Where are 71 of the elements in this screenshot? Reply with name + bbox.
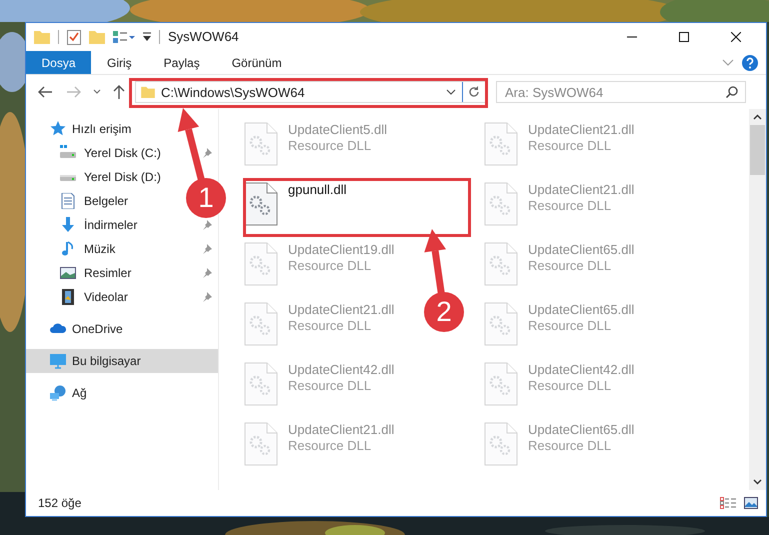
large-icons-view-icon[interactable] <box>744 497 758 509</box>
address-text: C:\Windows\SysWOW64 <box>161 84 305 100</box>
gear-file-icon[interactable] <box>244 182 278 226</box>
pin-icon[interactable] <box>202 148 212 158</box>
network-icon <box>50 385 66 401</box>
document-icon <box>60 193 76 209</box>
search-field[interactable]: Ara: SysWOW64 <box>496 81 746 103</box>
file-type: Resource DLL <box>528 258 612 274</box>
folder-icon <box>141 86 155 98</box>
new-folder-icon[interactable] <box>89 30 105 44</box>
forward-icon[interactable] <box>67 86 81 98</box>
sidebar-item[interactable]: Yerel Disk (C:) <box>26 141 165 165</box>
ribbon-tab[interactable]: Paylaş <box>148 51 216 74</box>
address-field[interactable]: C:\Windows\SysWOW64 <box>135 81 486 103</box>
scroll-thumb[interactable] <box>750 125 765 175</box>
back-icon[interactable] <box>38 86 52 98</box>
file-type: Resource DLL <box>528 198 612 214</box>
customize-arrow-icon[interactable] <box>143 32 151 42</box>
sidebar-item[interactable]: Hızlı erişim <box>26 117 136 141</box>
scroll-up-icon[interactable] <box>753 114 762 120</box>
details-view-icon[interactable] <box>720 497 736 509</box>
star-icon <box>50 121 66 137</box>
folder-icon[interactable] <box>34 30 50 44</box>
ribbon-tab[interactable]: Görünüm <box>216 51 298 74</box>
file-type: Resource DLL <box>528 138 612 154</box>
picture-icon <box>60 265 76 281</box>
file-type: Resource DLL <box>528 438 612 454</box>
refresh-icon[interactable] <box>468 86 480 98</box>
search-icon <box>726 86 738 98</box>
film-icon <box>60 289 76 305</box>
help-icon[interactable] <box>742 54 758 70</box>
up-icon[interactable] <box>113 85 125 99</box>
file-type: Resource DLL <box>288 318 372 334</box>
sidebar-item[interactable]: OneDrive <box>26 317 127 341</box>
close-icon <box>731 32 741 42</box>
file-type: Resource DLL <box>288 438 372 454</box>
file-type: Resource DLL <box>288 138 372 154</box>
file-type: Resource DLL <box>528 378 612 394</box>
music-note-icon <box>60 241 76 257</box>
dropdown-icon[interactable] <box>446 89 456 95</box>
properties-icon[interactable] <box>67 29 81 45</box>
minimize-icon <box>627 36 637 38</box>
drive-icon <box>60 145 76 161</box>
pin-icon[interactable] <box>202 244 212 254</box>
sidebar-item[interactable]: Ağ <box>26 381 91 405</box>
pin-icon[interactable] <box>202 220 212 230</box>
maximize-icon <box>679 32 689 42</box>
recent-locations-icon[interactable] <box>93 89 101 95</box>
sidebar-item[interactable]: İndirmeler <box>26 213 142 237</box>
sidebar-item[interactable]: Müzik <box>26 237 120 261</box>
ribbon-tab[interactable]: Giriş <box>91 51 148 74</box>
sidebar-item[interactable]: Videolar <box>26 285 132 309</box>
sidebar-item[interactable]: Yerel Disk (D:) <box>26 165 165 189</box>
pin-icon[interactable] <box>202 292 212 302</box>
monitor-icon <box>50 353 66 369</box>
scrollbar[interactable] <box>749 109 766 490</box>
download-icon <box>60 217 76 233</box>
sidebar-item[interactable]: Belgeler <box>26 189 132 213</box>
chevron-icon[interactable] <box>722 58 734 66</box>
file-type: Resource DLL <box>528 318 612 334</box>
window-title: SysWOW64 <box>168 28 239 46</box>
file-type: Resource DLL <box>288 258 372 274</box>
file-name[interactable]: gpunull.dll <box>288 182 347 198</box>
view-options-icon[interactable] <box>113 30 135 44</box>
ribbon-tab[interactable]: Dosya <box>26 51 91 74</box>
pin-icon[interactable] <box>202 268 212 278</box>
item-count: 152 öğe <box>38 495 82 512</box>
scroll-down-icon[interactable] <box>753 479 762 485</box>
file-type: Resource DLL <box>288 378 372 394</box>
sidebar-item[interactable]: Bu bilgisayar <box>26 349 218 373</box>
sidebar-item[interactable]: Resimler <box>26 261 136 285</box>
